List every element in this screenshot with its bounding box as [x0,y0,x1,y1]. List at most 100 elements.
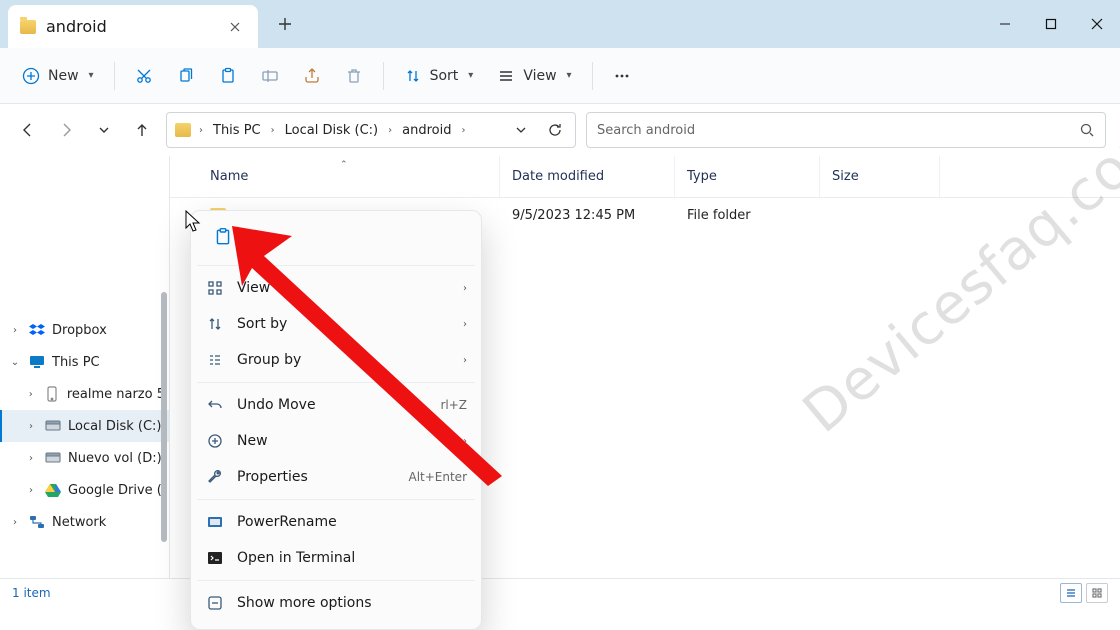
wrench-icon [205,469,225,485]
chevron-right-icon: › [386,125,394,136]
ctx-show-more[interactable]: Show more options [191,585,481,621]
chevron-right-icon: › [24,389,37,400]
refresh-button[interactable] [539,114,571,146]
chevron-down-icon: ▾ [89,70,94,81]
paste-icon [219,67,237,85]
chevron-right-icon: › [24,453,38,464]
plus-circle-icon [205,433,225,449]
chevron-right-icon: › [459,125,467,136]
maximize-button[interactable] [1028,0,1074,48]
new-tab-button[interactable] [264,3,306,45]
context-menu-top-row [191,219,481,261]
chevron-right-icon: › [24,485,38,496]
more-button[interactable] [603,61,641,91]
recent-dropdown[interactable] [90,116,118,144]
cell-type: File folder [675,208,820,223]
trash-icon [345,67,363,85]
column-size[interactable]: Size [820,156,940,197]
col-label: Name [210,169,248,184]
up-button[interactable] [128,116,156,144]
address-bar[interactable]: › This PC › Local Disk (C:) › android › [166,112,576,148]
share-button[interactable] [293,61,331,91]
disk-icon [44,417,62,435]
search-input[interactable]: Search android [586,112,1106,148]
minimize-button[interactable] [982,0,1028,48]
column-type[interactable]: Type [675,156,820,197]
paste-button[interactable] [209,61,247,91]
ctx-view[interactable]: View › [191,270,481,306]
breadcrumb-this-pc[interactable]: This PC [207,119,267,142]
sidebar-item-label: realme narzo 5 [67,387,165,402]
chevron-right-icon: › [463,355,467,366]
sidebar-item-local-disk-c[interactable]: › Local Disk (C:) [0,410,169,442]
ctx-undo-move[interactable]: Undo Move rl+Z [191,387,481,423]
group-icon [205,352,225,368]
breadcrumb-local-disk[interactable]: Local Disk (C:) [279,119,384,142]
rename-button[interactable] [251,61,289,91]
sidebar-scrollbar[interactable] [161,292,167,542]
column-date[interactable]: Date modified [500,156,675,197]
tab-close-button[interactable] [224,18,246,36]
share-icon [303,67,321,85]
ctx-label: PowerRename [237,514,337,530]
chevron-right-icon: › [24,421,38,432]
column-name[interactable]: Name ⌃ [170,156,500,197]
new-button[interactable]: New ▾ [12,61,104,91]
sidebar-item-dropbox[interactable]: › Dropbox [0,314,169,346]
view-button[interactable]: View ▾ [487,61,581,91]
context-menu-separator [197,382,475,383]
ctx-label: Group by [237,352,301,368]
folder-icon [20,20,36,34]
chevron-right-icon: › [269,125,277,136]
sidebar-item-google-drive[interactable]: › Google Drive ( [0,474,169,506]
chevron-right-icon: › [463,436,467,447]
copy-button[interactable] [167,61,205,91]
toolbar-separator [592,62,593,90]
tab-android[interactable]: android [8,5,258,48]
back-button[interactable] [14,116,42,144]
disk-icon [44,449,62,467]
ctx-open-terminal[interactable]: Open in Terminal [191,540,481,576]
ctx-new[interactable]: New › [191,423,481,459]
column-headers: Name ⌃ Date modified Type Size [170,156,1120,198]
sort-indicator-icon: ⌃ [340,160,348,170]
chevron-right-icon: › [8,517,22,528]
dropbox-icon [28,321,46,339]
chevron-down-icon: ▾ [468,70,473,81]
paste-icon-button[interactable] [201,219,245,255]
chevron-down-icon: ⌄ [8,357,22,368]
undo-icon [205,397,225,413]
sidebar-item-this-pc[interactable]: ⌄ This PC [0,346,169,378]
cut-button[interactable] [125,61,163,91]
breadcrumb-android[interactable]: android [396,119,457,142]
sidebar: › Dropbox ⌄ This PC › realme narzo 5 › [0,156,170,578]
sort-button[interactable]: Sort ▾ [394,61,484,91]
delete-button[interactable] [335,61,373,91]
toolbar-separator [383,62,384,90]
breadcrumb-label: This PC [213,123,261,138]
close-button[interactable] [1074,0,1120,48]
ctx-properties[interactable]: Properties Alt+Enter [191,459,481,495]
sidebar-item-label: Local Disk (C:) [68,419,161,434]
ctx-power-rename[interactable]: PowerRename [191,504,481,540]
search-placeholder: Search android [597,123,695,138]
sidebar-item-network[interactable]: › Network [0,506,169,538]
sidebar-item-label: Google Drive ( [68,483,162,498]
status-bar: 1 item [0,578,1120,606]
ctx-label: Show more options [237,595,372,611]
sidebar-item-phone[interactable]: › realme narzo 5 [0,378,169,410]
monitor-icon [28,353,46,371]
address-dropdown[interactable] [505,114,537,146]
search-icon [1079,122,1095,138]
google-drive-icon [44,481,62,499]
ctx-sort-by[interactable]: Sort by › [191,306,481,342]
forward-button[interactable] [52,116,80,144]
col-label: Type [687,169,717,184]
icons-view-toggle[interactable] [1086,583,1108,603]
sidebar-item-nuevo-vol[interactable]: › Nuevo vol (D:) [0,442,169,474]
context-menu-separator [197,580,475,581]
context-menu-separator [197,265,475,266]
details-view-toggle[interactable] [1060,583,1082,603]
ctx-group-by[interactable]: Group by › [191,342,481,378]
rename-icon [261,67,279,85]
